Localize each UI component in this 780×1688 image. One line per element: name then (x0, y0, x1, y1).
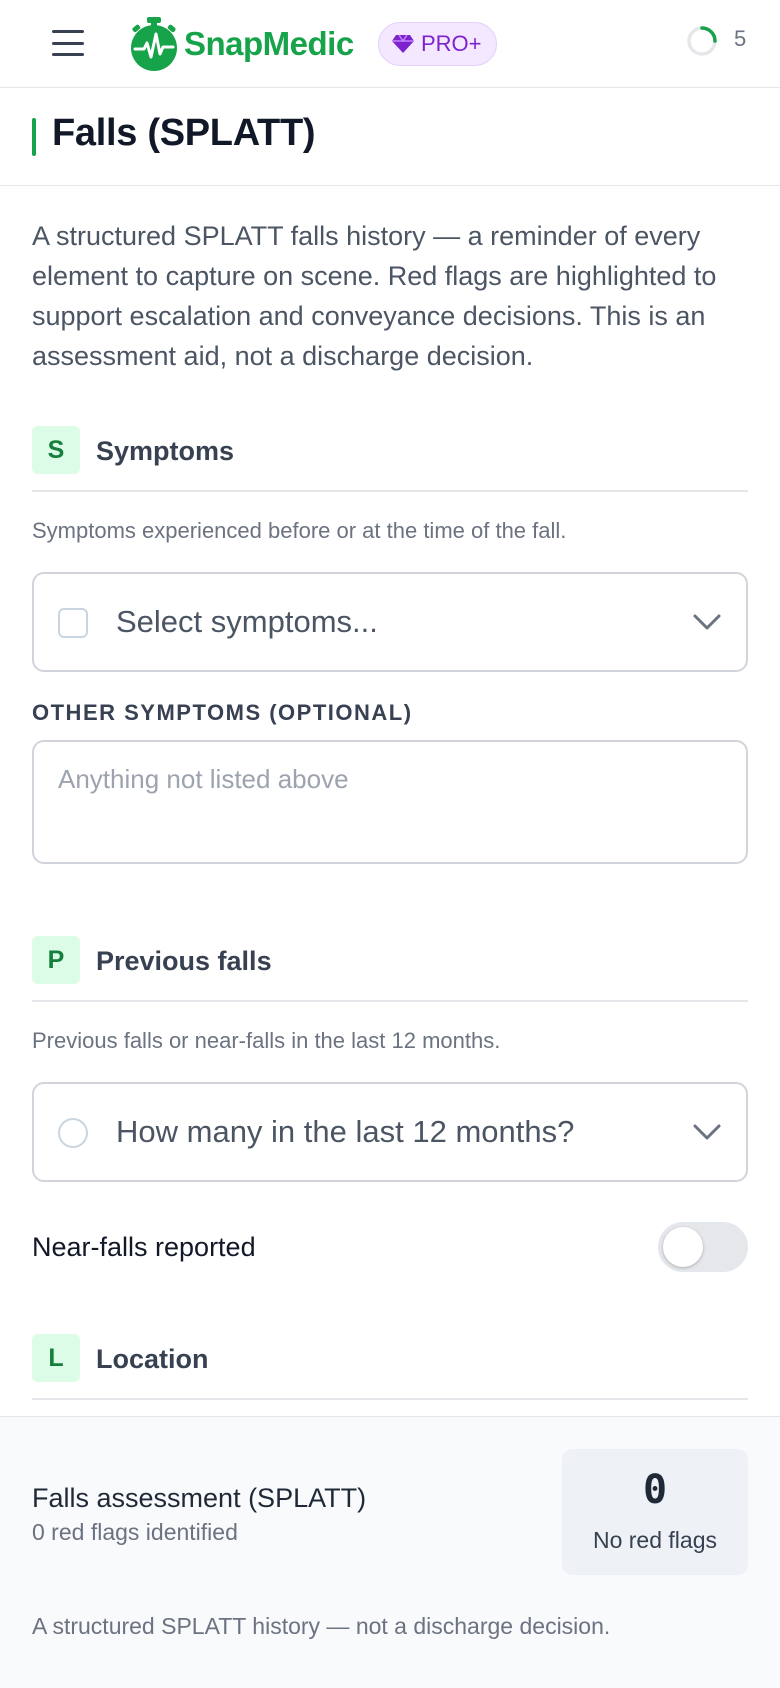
page-header: Falls (SPLATT) (0, 88, 780, 186)
section-letter-badge: S (32, 426, 80, 474)
select-placeholder: Select symptoms... (116, 604, 378, 639)
summary-title: Falls assessment (SPLATT) (32, 1483, 367, 1513)
section-title: Location (96, 1344, 209, 1374)
page-title: Falls (SPLATT) (52, 112, 316, 154)
pro-badge-label: PRO+ (421, 31, 482, 56)
toggle-knob (663, 1227, 703, 1267)
red-flag-counter: 0 No red flags (562, 1449, 748, 1575)
other-symptoms-field[interactable] (32, 740, 748, 864)
app-logo[interactable]: SnapMedic (128, 16, 354, 72)
red-flag-label: No red flags (592, 1527, 717, 1553)
spinner-icon (687, 26, 717, 56)
notification-count: 5 (734, 26, 747, 51)
previous-falls-select[interactable]: How many in the last 12 months? (32, 1082, 748, 1182)
main-content[interactable]: A structured SPLATT falls history — a re… (0, 186, 780, 1416)
red-flag-count: 0 (642, 1467, 668, 1513)
section-previous-falls-header: P Previous falls (32, 936, 748, 1002)
select-placeholder: How many in the last 12 months? (116, 1114, 575, 1149)
title-accent-bar (32, 118, 36, 156)
chevron-down-icon (693, 1124, 721, 1140)
section-description: Symptoms experienced before or at the ti… (32, 518, 567, 543)
summary-note: A structured SPLATT history — not a disc… (32, 1613, 611, 1639)
near-falls-toggle[interactable] (658, 1222, 748, 1272)
intro-text: A structured SPLATT falls history — a re… (32, 221, 717, 371)
stopwatch-heartbeat-icon (131, 17, 177, 71)
section-letter-badge: P (32, 936, 80, 984)
assessment-summary: Falls assessment (SPLATT) 0 red flags id… (0, 1416, 780, 1688)
section-title: Previous falls (96, 946, 272, 976)
section-description: Previous falls or near-falls in the last… (32, 1028, 501, 1053)
section-location-header: L Location (32, 1334, 748, 1400)
summary-subtitle: 0 red flags identified (32, 1519, 238, 1545)
hamburger-icon[interactable] (52, 28, 84, 58)
checkbox-icon (58, 608, 88, 638)
app-name: SnapMedic (184, 25, 354, 62)
gem-icon (392, 34, 414, 53)
section-symptoms-header: S Symptoms (32, 426, 748, 492)
top-bar: SnapMedic PRO+ 5 (0, 0, 780, 88)
chevron-down-icon (693, 614, 721, 630)
other-symptoms-label: OTHER SYMPTOMS (OPTIONAL) (32, 700, 413, 725)
section-title: Symptoms (96, 436, 235, 466)
symptoms-select[interactable]: Select symptoms... (32, 572, 748, 672)
near-falls-label: Near-falls reported (32, 1232, 256, 1262)
near-falls-row: Near-falls reported (32, 1222, 748, 1272)
section-letter-badge: L (32, 1334, 80, 1382)
pro-badge[interactable]: PRO+ (378, 22, 497, 66)
radio-icon (58, 1118, 88, 1148)
